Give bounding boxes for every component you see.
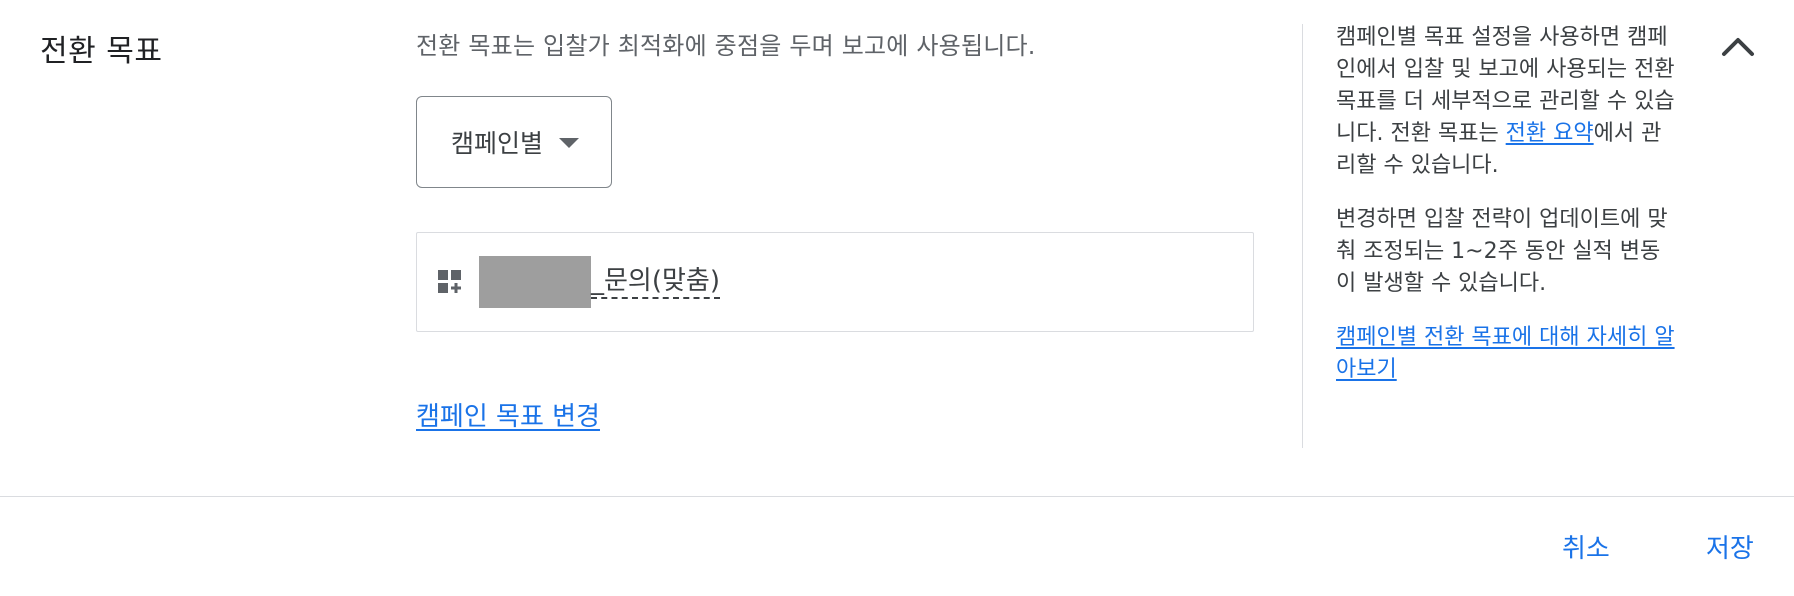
dropdown-selected-label: 캠페인별 (451, 129, 544, 158)
save-button[interactable]: 저장 (1706, 528, 1754, 565)
vertical-divider (1302, 24, 1303, 448)
help-paragraph-2: 변경하면 입찰 전략이 업데이트에 맞춰 조정되는 1~2주 동안 실적 변동이… (1336, 207, 1668, 296)
footer-divider (0, 496, 1794, 497)
redacted-block (479, 256, 591, 308)
cancel-button[interactable]: 취소 (1562, 528, 1610, 565)
caret-down-icon (559, 138, 580, 148)
add-grid-icon (438, 270, 461, 293)
help-panel: 캠페인별 목표 설정을 사용하면 캠페인에서 입찰 및 보고에 사용되는 전환 … (1336, 22, 1676, 386)
section-description: 전환 목표는 입찰가 최적화에 중점을 두며 보고에 사용됩니다. (416, 32, 1036, 60)
conversion-summary-link[interactable]: 전환 요약 (1506, 121, 1594, 146)
goal-scope-dropdown[interactable]: 캠페인별 (416, 96, 612, 188)
change-campaign-goal-link[interactable]: 캠페인 목표 변경 (416, 396, 600, 433)
help-paragraph-1: 캠페인별 목표 설정을 사용하면 캠페인에서 입찰 및 보고에 사용되는 전환 … (1336, 25, 1675, 178)
section-title: 전환 목표 (40, 34, 163, 69)
goal-name[interactable]: _문의(맞춤) (591, 266, 720, 299)
chevron-up-icon[interactable] (1718, 30, 1758, 62)
conversion-goal-item: _문의(맞춤) (416, 232, 1254, 332)
learn-more-link[interactable]: 캠페인별 전환 목표에 대해 자세히 알아보기 (1336, 325, 1675, 382)
